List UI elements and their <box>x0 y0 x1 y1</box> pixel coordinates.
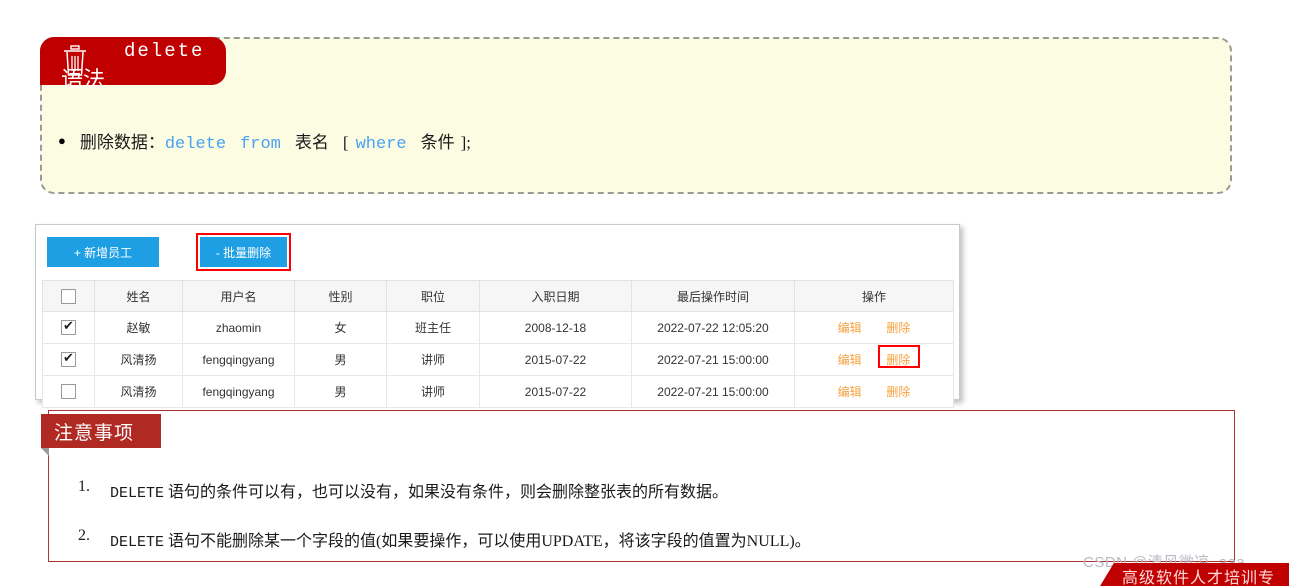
syntax-statement-line: ● 删除数据： delete from 表名 [ where 条件 ]; <box>58 128 471 154</box>
cell-gender: 男 <box>294 343 387 376</box>
delete-link[interactable]: 删除 <box>886 353 910 367</box>
keyword-where: where <box>355 135 407 154</box>
footer-banner-text: 高级软件人才培训专 <box>1122 570 1276 586</box>
cell-position: 班主任 <box>386 311 480 344</box>
placeholder-condition: 条件 <box>420 133 455 152</box>
placeholder-table-name: 表名 <box>294 133 329 152</box>
bracket-close: ]; <box>460 133 471 152</box>
note-number: 1. <box>78 478 90 495</box>
notes-tab-label: 注意事项 <box>54 423 135 444</box>
footer-banner: 高级软件人才培训专 <box>1100 563 1289 586</box>
note-number: 2. <box>78 527 90 544</box>
cell-hire-date: 2015-07-22 <box>479 375 632 408</box>
bullet-marker: ● <box>58 133 66 148</box>
delete-link[interactable]: 删除 <box>886 385 910 399</box>
header-name: 姓名 <box>94 280 183 312</box>
note-item: DELETE 语句的条件可以有，也可以没有，如果没有条件，则会删除整张表的所有数… <box>110 478 728 502</box>
header-username: 用户名 <box>182 280 295 312</box>
delete-link-wrapper: 删除 <box>878 345 921 368</box>
row-checkbox[interactable] <box>61 318 76 336</box>
table-header-row: 姓名 用户名 性别 职位 入职日期 最后操作时间 操作 <box>42 280 954 312</box>
syntax-card-subtitle: 语法 <box>61 67 106 92</box>
cell-username: zhaomin <box>182 311 295 344</box>
cell-hire-date: 2015-07-22 <box>479 343 632 376</box>
cell-username: fengqingyang <box>182 343 295 376</box>
note-item: DELETE 语句不能删除某一个字段的值(如果要操作，可以使用UPDATE，将该… <box>110 527 811 551</box>
table-toolbar: + 新增员工 - 批量删除 <box>36 225 959 280</box>
cell-last-operation: 2022-07-22 12:05:20 <box>631 311 795 344</box>
row-select-cell <box>42 375 95 408</box>
edit-link[interactable]: 编辑 <box>838 353 862 367</box>
cell-name: 风清扬 <box>94 343 183 376</box>
delete-link[interactable]: 删除 <box>886 321 910 335</box>
table-row: 赵敏 zhaomin 女 班主任 2008-12-18 2022-07-22 1… <box>42 311 954 344</box>
cell-hire-date: 2008-12-18 <box>479 311 632 344</box>
header-gender: 性别 <box>294 280 387 312</box>
delete-link-wrapper: 删除 <box>886 383 910 400</box>
cell-name: 风清扬 <box>94 375 183 408</box>
row-checkbox[interactable] <box>61 384 76 400</box>
notes-tab: 注意事项 <box>41 414 161 448</box>
notes-tab-fold <box>41 448 49 456</box>
header-hire-date: 入职日期 <box>479 280 632 312</box>
select-all-checkbox[interactable] <box>61 288 76 304</box>
syntax-card-tab: delete 语法 <box>40 37 226 92</box>
row-select-cell <box>42 311 95 344</box>
note-text: 语句不能删除某一个字段的值(如果要操作，可以使用UPDATE，将该字段的值置为N… <box>164 533 811 550</box>
employee-table: 姓名 用户名 性别 职位 入职日期 最后操作时间 操作 赵敏 zhaomin 女… <box>42 280 954 408</box>
employee-table-panel: + 新增员工 - 批量删除 姓名 用户名 性别 职位 入职日期 最后操作时间 操… <box>35 224 960 408</box>
edit-link[interactable]: 编辑 <box>838 321 862 335</box>
keyword-from: from <box>240 135 281 154</box>
cell-last-operation: 2022-07-21 15:00:00 <box>631 343 795 376</box>
delete-link-wrapper: 删除 <box>886 319 910 336</box>
statement-label: 删除数据： <box>79 133 165 152</box>
cell-gender: 男 <box>294 375 387 408</box>
cell-gender: 女 <box>294 311 387 344</box>
note-keyword: DELETE <box>110 534 165 551</box>
cell-username: fengqingyang <box>182 375 295 408</box>
header-actions: 操作 <box>794 280 954 312</box>
keyword-delete: delete <box>164 135 227 154</box>
cell-last-operation: 2022-07-21 15:00:00 <box>631 375 795 408</box>
batch-delete-button[interactable]: - 批量删除 <box>200 237 287 267</box>
header-last-operation: 最后操作时间 <box>631 280 795 312</box>
cell-actions: 编辑 删除 <box>794 343 954 376</box>
edit-link[interactable]: 编辑 <box>838 385 862 399</box>
cell-position: 讲师 <box>386 343 480 376</box>
row-checkbox[interactable] <box>61 350 76 368</box>
cell-position: 讲师 <box>386 375 480 408</box>
bracket-open: [ <box>342 133 349 152</box>
row-select-cell <box>42 343 95 376</box>
table-row: 风清扬 fengqingyang 男 讲师 2015-07-22 2022-07… <box>42 375 954 408</box>
cell-actions: 编辑 删除 <box>794 311 954 344</box>
cell-name: 赵敏 <box>94 311 183 344</box>
header-select-all <box>42 280 95 312</box>
note-text: 语句的条件可以有，也可以没有，如果没有条件，则会删除整张表的所有数据。 <box>164 484 729 501</box>
add-employee-button[interactable]: + 新增员工 <box>47 237 159 267</box>
cell-actions: 编辑 删除 <box>794 375 954 408</box>
table-row: 风清扬 fengqingyang 男 讲师 2015-07-22 2022-07… <box>42 343 954 376</box>
syntax-card-title: delete <box>124 40 205 62</box>
note-keyword: DELETE <box>110 485 165 502</box>
header-position: 职位 <box>386 280 480 312</box>
